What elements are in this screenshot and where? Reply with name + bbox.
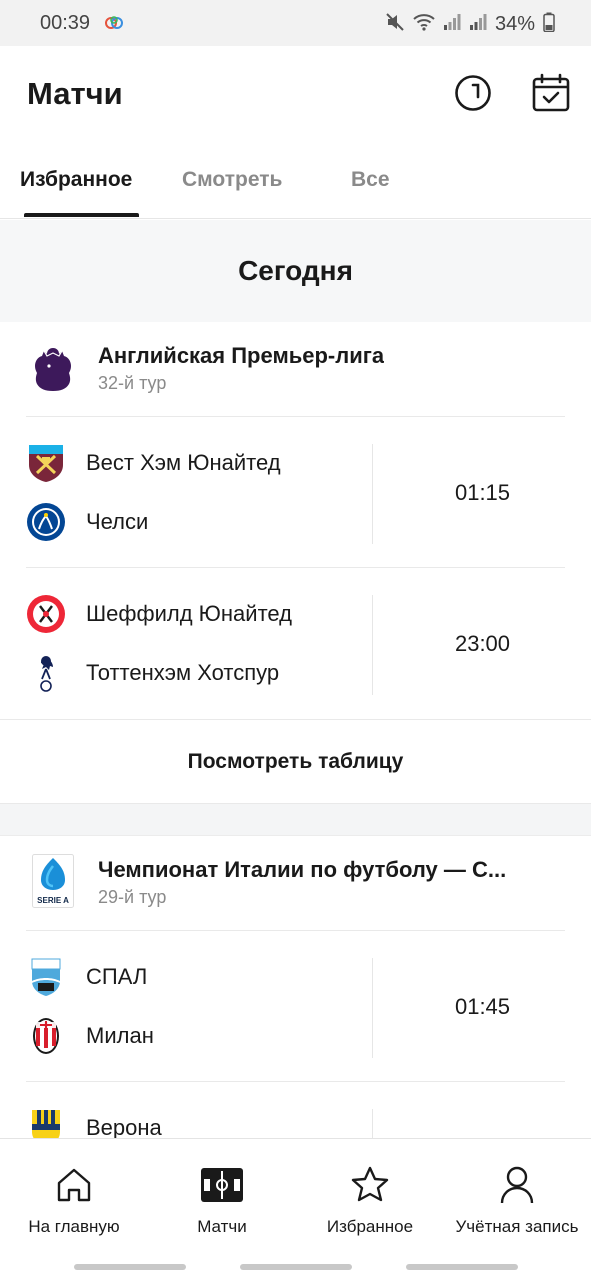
competition-round: 29-й тур	[98, 887, 167, 907]
home-team: Вест Хэм Юнайтед	[26, 443, 281, 483]
west-ham-crest-icon	[26, 443, 66, 483]
page-title: Матчи	[27, 76, 123, 111]
status-time: 00:39	[40, 12, 91, 34]
away-team: Тоттенхэм Хотспур	[26, 653, 279, 693]
signal-icon	[469, 13, 487, 36]
clock-icon	[454, 74, 492, 117]
nav-account[interactable]: Учётная запись	[443, 1163, 591, 1237]
gesture-bar	[74, 1264, 186, 1270]
day-title: Сегодня	[238, 255, 353, 286]
app-notification-icon	[104, 14, 124, 37]
team-name: Шеффилд Юнайтед	[86, 601, 292, 626]
serie-a-logo: SERIE A	[28, 854, 78, 908]
away-team: Милан	[26, 1016, 154, 1056]
status-bar: 00:39 34%	[0, 0, 591, 46]
signal-icon	[443, 13, 461, 36]
home-team: Шеффилд Юнайтед	[26, 594, 292, 634]
tab-watch[interactable]: Смотреть	[182, 168, 282, 192]
match-time: 23:00	[454, 631, 511, 656]
calendar-button[interactable]	[530, 73, 572, 118]
competition-name: Английская Премьер-лига	[98, 343, 385, 368]
competition-name: Чемпионат Италии по футболу — С...	[98, 857, 507, 882]
match-time: 01:15	[454, 480, 511, 505]
app-header: Матчи	[0, 46, 591, 146]
tottenham-crest-icon	[26, 653, 66, 693]
day-header: Сегодня	[0, 220, 591, 322]
status-icons: 34%	[385, 12, 555, 37]
nav-favorites[interactable]: Избранное	[296, 1163, 444, 1237]
competition-header[interactable]: Английская Премьер-лига 32-й тур	[0, 322, 591, 417]
premier-league-logo	[28, 344, 78, 394]
team-name: Челси	[86, 509, 149, 534]
active-tab-indicator	[24, 213, 139, 217]
competition-card: SERIE A Чемпионат Италии по футболу — С.…	[0, 836, 591, 1146]
serie-a-logo-text: SERIE A	[37, 896, 69, 905]
divider	[372, 595, 373, 695]
home-icon	[52, 1163, 96, 1207]
team-name: Милан	[86, 1023, 154, 1048]
spal-crest-icon	[26, 957, 66, 997]
home-team: СПАЛ	[26, 957, 147, 997]
team-name: СПАЛ	[86, 964, 148, 989]
wifi-icon	[413, 12, 435, 37]
nav-label: Учётная запись	[455, 1217, 579, 1236]
team-name: Тоттенхэм Хотспур	[86, 660, 280, 685]
nav-home[interactable]: На главную	[0, 1163, 148, 1237]
gesture-bar	[406, 1264, 518, 1270]
history-button[interactable]	[452, 74, 494, 116]
match-row[interactable]: Верона	[0, 1082, 591, 1146]
nav-label: На главную	[28, 1217, 120, 1236]
nav-label: Избранное	[326, 1217, 414, 1236]
tab-bar: Избранное Смотреть Все	[0, 146, 591, 219]
competition-card: Английская Премьер-лига 32-й тур Вест Хэ…	[0, 322, 591, 803]
battery-icon	[543, 12, 555, 37]
calendar-icon	[531, 73, 571, 118]
competition-round: 32-й тур	[98, 373, 167, 393]
milan-crest-icon	[26, 1016, 66, 1056]
nav-label: Матчи	[197, 1217, 247, 1236]
match-row[interactable]: Вест Хэм Юнайтед Челси 01:15	[0, 417, 591, 567]
view-table-button[interactable]: Посмотреть таблицу	[0, 719, 591, 803]
bottom-navigation: На главную Матчи Избранное Учётная запис…	[0, 1138, 591, 1280]
divider	[372, 958, 373, 1058]
section-separator	[0, 803, 591, 836]
gesture-bar	[240, 1264, 352, 1270]
competition-header[interactable]: SERIE A Чемпионат Италии по футболу — С.…	[0, 836, 591, 931]
mute-icon	[385, 12, 405, 37]
match-row[interactable]: СПАЛ Милан 01:45	[0, 931, 591, 1081]
match-time: 01:45	[454, 994, 511, 1019]
tab-favorites[interactable]: Избранное	[20, 168, 132, 192]
divider	[372, 444, 373, 544]
user-icon	[495, 1163, 539, 1207]
nav-matches[interactable]: Матчи	[148, 1163, 296, 1237]
battery-level: 34%	[494, 13, 535, 35]
sheffield-united-crest-icon	[26, 594, 66, 634]
chelsea-crest-icon	[26, 502, 66, 542]
star-icon	[348, 1163, 392, 1207]
tab-all[interactable]: Все	[351, 168, 390, 192]
match-row[interactable]: Шеффилд Юнайтед Тоттенхэм Хотспур 23:00	[0, 568, 591, 718]
away-team: Челси	[26, 502, 148, 542]
pitch-icon	[200, 1163, 244, 1207]
team-name: Вест Хэм Юнайтед	[86, 450, 281, 475]
